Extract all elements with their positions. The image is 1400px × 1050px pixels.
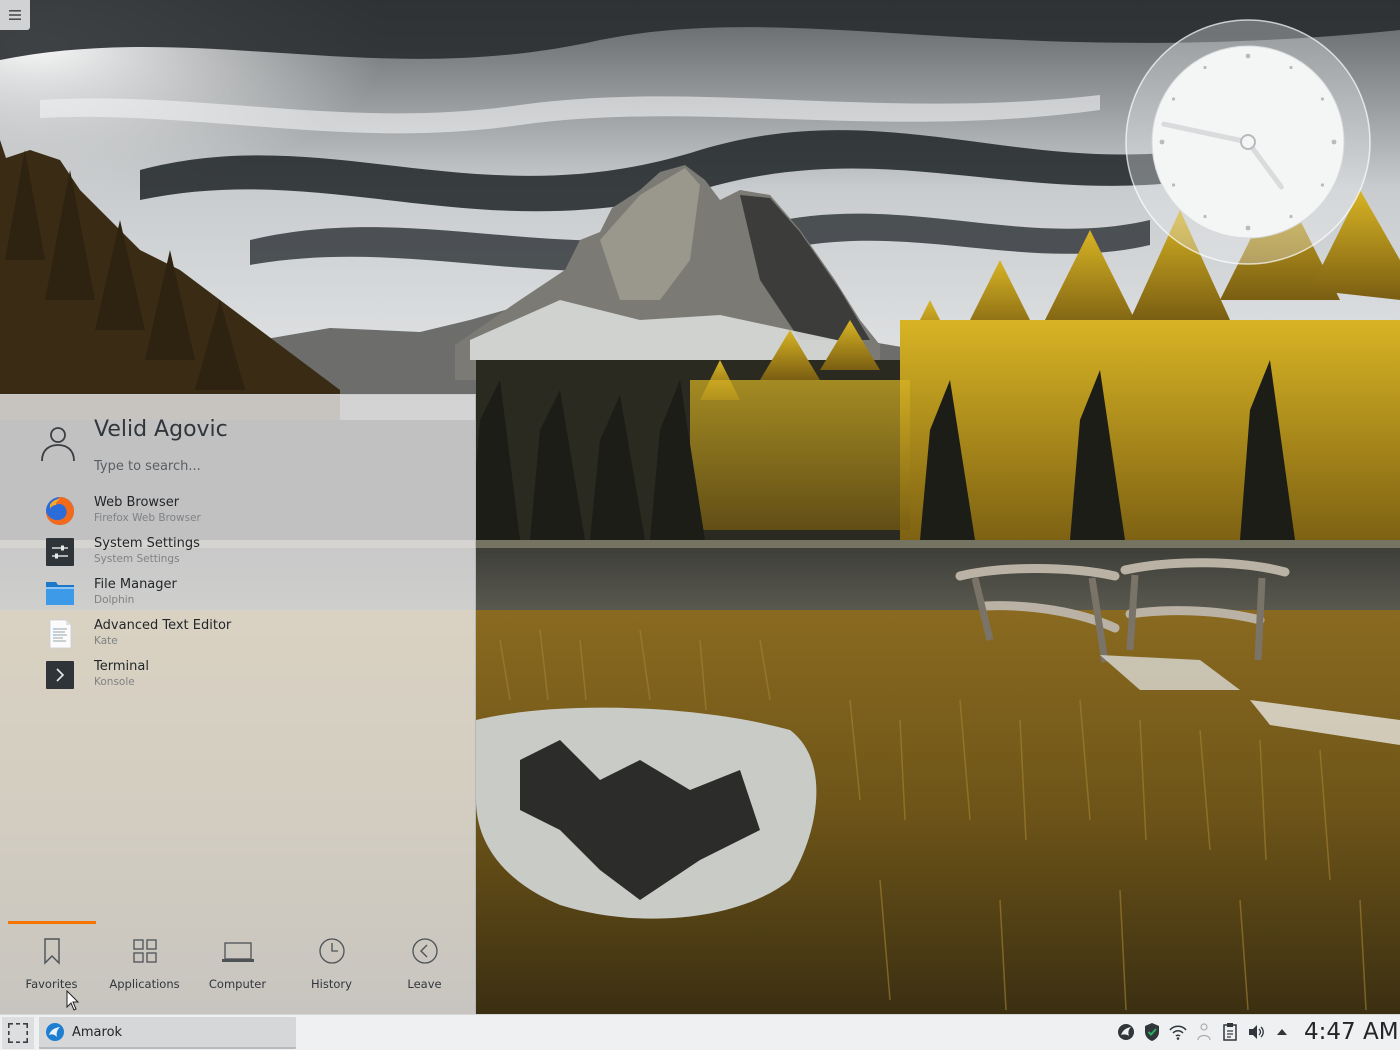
arrow-up-icon[interactable]: [1272, 1021, 1292, 1043]
clock-tick: [1289, 65, 1293, 70]
favorite-description: Dolphin: [94, 594, 135, 606]
clock-tick: [1203, 65, 1207, 70]
tab-leave[interactable]: Leave: [378, 927, 471, 1015]
user-name: Velid Agovic: [94, 417, 228, 442]
tab-computer[interactable]: Computer: [191, 927, 284, 1015]
user-avatar-icon[interactable]: [38, 423, 78, 463]
tab-favorites[interactable]: Favorites: [5, 927, 98, 1015]
grid-icon: [132, 939, 157, 963]
favorite-system-settings[interactable]: System Settings System Settings: [0, 534, 476, 575]
tab-history[interactable]: History: [285, 927, 378, 1015]
tab-label: Computer: [208, 977, 267, 991]
favorite-description: Konsole: [94, 676, 135, 688]
clock-icon: [318, 938, 345, 964]
tab-label: Leave: [407, 977, 442, 991]
text-editor-icon: [49, 619, 72, 649]
amarok-icon: [46, 1023, 64, 1041]
application-launcher-menu: Velid Agovic Web Browser Firefox Web Bro…: [0, 394, 476, 1014]
clock-tick: [1320, 183, 1325, 187]
application-launcher-button[interactable]: [2, 1017, 34, 1049]
mouse-cursor-icon: [66, 990, 80, 1011]
amarok-tray-icon[interactable]: [1116, 1021, 1136, 1043]
clock-tick: [1320, 97, 1325, 101]
hamburger-menu-icon: [9, 10, 21, 20]
analog-clock-widget[interactable]: [1124, 18, 1372, 266]
bookmark-icon: [43, 938, 60, 965]
favorite-description: System Settings: [94, 553, 180, 565]
tab-label: History: [311, 977, 352, 991]
favorite-web-browser[interactable]: Web Browser Firefox Web Browser: [0, 493, 476, 534]
network-icon[interactable]: [1194, 1021, 1214, 1043]
clock-tick: [1203, 214, 1207, 219]
clock-tick: [1245, 225, 1251, 231]
favorite-name: File Manager: [94, 577, 177, 592]
shield-check-icon[interactable]: [1142, 1021, 1162, 1043]
favorite-description: Kate: [94, 635, 118, 647]
favorite-name: System Settings: [94, 536, 200, 551]
clock-tick: [1171, 183, 1176, 187]
search-input[interactable]: [92, 455, 436, 477]
taskbar-panel: Amarok 4:47 AM: [0, 1014, 1400, 1050]
wifi-icon[interactable]: [1168, 1021, 1188, 1043]
clock-tick: [1289, 214, 1293, 219]
laptop-icon: [221, 942, 254, 962]
clipboard-icon[interactable]: [1220, 1021, 1240, 1043]
digital-clock[interactable]: 4:47 AM: [1304, 1019, 1399, 1045]
tab-label: Applications: [109, 977, 180, 991]
desktop-toolbox-button[interactable]: [0, 0, 30, 30]
folder-icon: [46, 582, 74, 605]
back-arrow-icon: [411, 938, 438, 964]
task-amarok[interactable]: Amarok: [39, 1017, 296, 1049]
active-tab-indicator: [8, 921, 96, 924]
clock-tick: [1245, 53, 1251, 59]
favorite-file-manager[interactable]: File Manager Dolphin: [0, 575, 476, 616]
favorite-name: Web Browser: [94, 495, 180, 510]
favorite-advanced-text-editor[interactable]: Advanced Text Editor Kate: [0, 616, 476, 657]
tab-label: Favorites: [25, 977, 78, 991]
task-label: Amarok: [72, 1025, 123, 1040]
favorites-list: Web Browser Firefox Web Browser System S…: [0, 493, 476, 698]
clock-tick: [1171, 97, 1176, 101]
favorite-name: Advanced Text Editor: [94, 618, 232, 633]
favorite-description: Firefox Web Browser: [94, 512, 201, 524]
firefox-icon: [46, 497, 74, 525]
volume-icon[interactable]: [1246, 1021, 1266, 1043]
favorite-terminal[interactable]: Terminal Konsole: [0, 657, 476, 698]
tab-applications[interactable]: Applications: [98, 927, 191, 1015]
terminal-icon: [46, 661, 74, 689]
clock-tick: [1159, 139, 1165, 145]
system-settings-icon: [46, 538, 74, 566]
clock-tick: [1331, 139, 1337, 145]
favorite-name: Terminal: [94, 659, 149, 674]
